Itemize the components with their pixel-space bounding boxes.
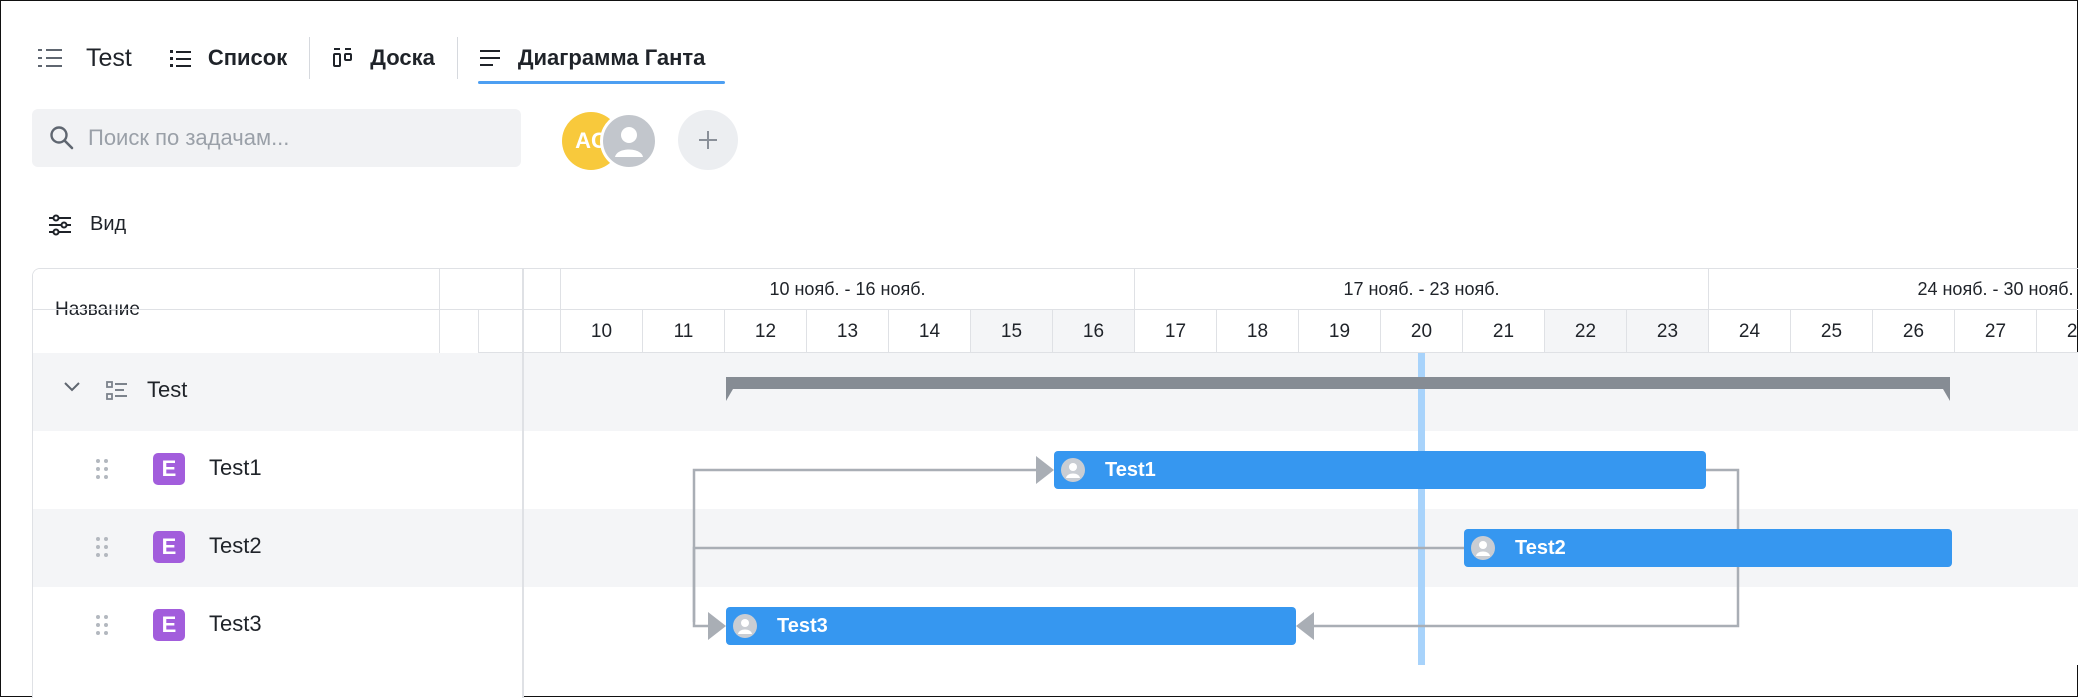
user-icon <box>603 115 655 167</box>
board-icon <box>330 45 356 71</box>
tab-label: Диаграмма Ганта <box>517 45 706 70</box>
search-box <box>32 109 521 167</box>
add-member-button[interactable] <box>678 110 738 170</box>
task-list-pane: Название Test E Test1 E Test2 E Test3 <box>33 269 524 698</box>
link-test3-test1 <box>692 468 1036 622</box>
plus-icon <box>697 129 719 151</box>
tab-list[interactable]: Список <box>168 30 307 86</box>
assignee-icon <box>1061 458 1085 482</box>
task-bar[interactable]: Test1 <box>1054 451 1706 489</box>
timeline-pane: 10 нояб. - 16 нояб. 17 нояб. - 23 нояб. 24… <box>33 269 2078 698</box>
group-row[interactable]: Test <box>33 353 522 431</box>
tab-board[interactable]: Доска <box>330 30 455 86</box>
project-title: Test <box>86 43 132 72</box>
task-label: Test2 <box>209 533 262 558</box>
avatar[interactable] <box>600 112 658 170</box>
task-bar-label: Test3 <box>777 614 828 637</box>
task-bar-label: Test2 <box>1515 536 1566 559</box>
assignee-icon <box>733 614 757 638</box>
drag-handle-icon[interactable] <box>95 457 109 481</box>
task-row[interactable]: E Test1 <box>33 431 522 509</box>
gantt-icon <box>478 45 504 71</box>
tab-label: Список <box>207 45 288 70</box>
epic-badge: E <box>153 531 185 563</box>
tab-divider <box>309 37 311 79</box>
group-label: Test <box>147 377 188 402</box>
assignee-icon <box>1471 536 1495 560</box>
menu-list-icon[interactable] <box>36 43 66 73</box>
list-icon <box>168 45 194 71</box>
link-arrow <box>708 612 726 640</box>
task-label: Test3 <box>209 611 262 636</box>
task-row[interactable]: E Test3 <box>33 587 522 665</box>
epic-badge: E <box>153 609 185 641</box>
project-header: Test Список Доска Диаграмма Ганта <box>36 30 726 86</box>
summary-bar[interactable] <box>726 377 1950 401</box>
link-arrow <box>1296 612 1314 640</box>
gantt-chart: Название Test E Test1 E Test2 E Test3 10… <box>32 268 2078 698</box>
task-bar[interactable]: Test2 <box>1464 529 1952 567</box>
tab-divider <box>456 37 458 79</box>
sliders-icon <box>48 214 72 236</box>
task-row[interactable]: E Test2 <box>33 509 522 587</box>
search-icon <box>48 124 76 152</box>
task-label: Test1 <box>209 455 262 480</box>
drag-handle-icon[interactable] <box>95 535 109 559</box>
view-label: Вид <box>90 213 127 235</box>
tab-label: Доска <box>370 45 435 70</box>
view-settings-button[interactable]: Вид <box>48 213 126 236</box>
task-bar-label: Test1 <box>1105 458 1156 481</box>
tab-gantt[interactable]: Диаграмма Ганта <box>477 30 726 86</box>
week-header-spacer <box>33 269 560 310</box>
drag-handle-icon[interactable] <box>95 613 109 637</box>
subtasks-icon <box>105 379 129 403</box>
search-input[interactable] <box>86 124 490 152</box>
epic-badge: E <box>153 453 185 485</box>
link-arrow <box>1036 456 1054 484</box>
task-bar[interactable]: Test3 <box>726 607 1296 645</box>
chevron-down-icon[interactable] <box>63 381 81 393</box>
